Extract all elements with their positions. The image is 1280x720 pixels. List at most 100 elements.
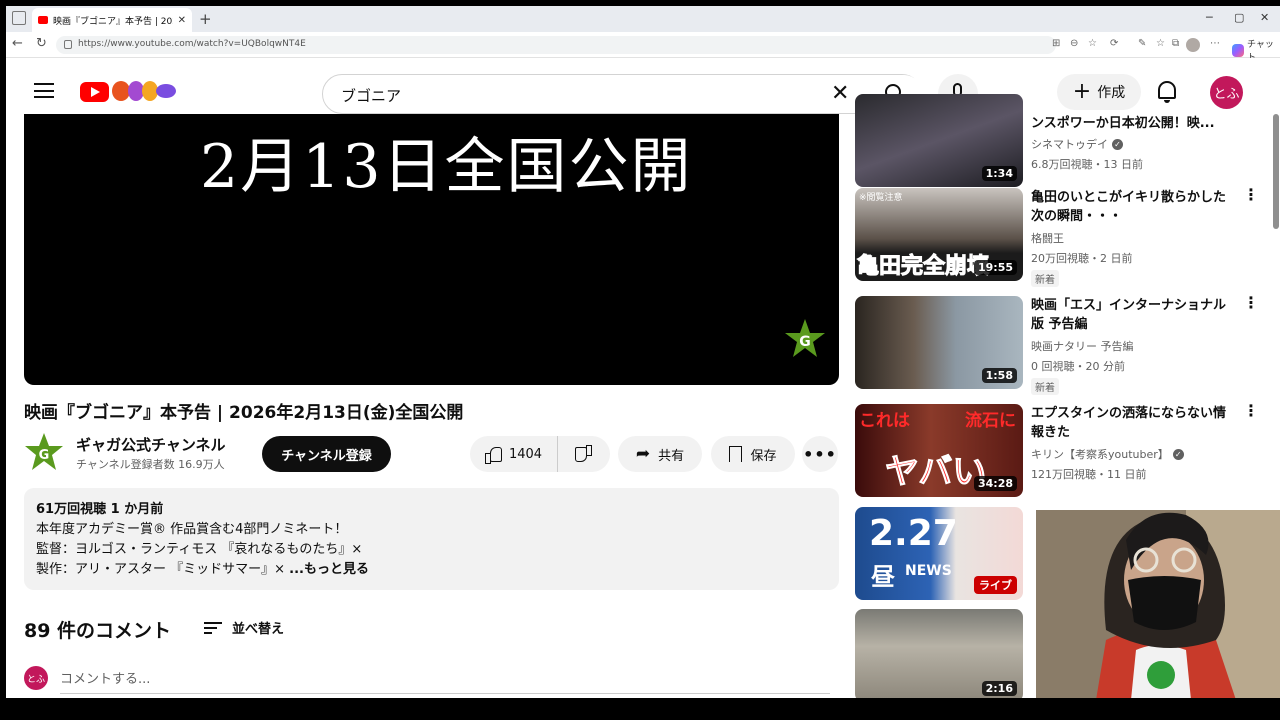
more-vertical-icon[interactable]: ⋮ <box>1243 403 1259 419</box>
page-scrollbar[interactable] <box>1273 114 1279 229</box>
plus-icon: + <box>1072 79 1092 104</box>
comment-input[interactable]: コメントする... <box>60 668 830 694</box>
description-line-text: 製作：アリ・アスター 『ミッドサマー』× <box>36 562 290 577</box>
video-thumbnail[interactable]: これは 流石に ヤバい 34:28 <box>855 404 1023 497</box>
url-field[interactable]: https://www.youtube.com/watch?v=UQBolqwN… <box>56 36 1056 54</box>
share-label: 共有 <box>658 448 685 464</box>
tab-bar: 映画『ブゴニア』本予告 | 2026年2月1 ✕ + ─ ▢ ✕ <box>6 6 1280 32</box>
sort-label: 並べ替え <box>232 622 285 637</box>
recommendation-channel[interactable]: シネマトゥデイ ✓ <box>1031 136 1123 152</box>
reload-icon[interactable]: ↻ <box>36 36 47 51</box>
back-icon[interactable]: ← <box>12 36 23 51</box>
browser-profile-avatar[interactable] <box>1186 38 1200 52</box>
duration-badge: 19:55 <box>973 260 1017 275</box>
channel-avatar[interactable]: G <box>24 432 64 472</box>
comment-count: 89 件のコメント <box>24 620 172 642</box>
description-line-last: 製作：アリ・アスター 『ミッドサマー』× ...もっと見る <box>36 560 827 580</box>
subscribe-button[interactable]: チャンネル登録 <box>262 436 391 472</box>
more-vertical-icon[interactable]: ⋮ <box>1243 295 1259 311</box>
verified-icon: ✓ <box>1112 138 1123 150</box>
app-icon[interactable]: ⊞ <box>1052 38 1060 49</box>
url-text: https://www.youtube.com/watch?v=UQBolqwN… <box>78 39 306 49</box>
recommendation-channel[interactable]: 映画ナタリー 予告編 <box>1031 338 1134 354</box>
recommendation-meta: 20万回視聴・2 日前 <box>1031 252 1133 265</box>
svg-text:G: G <box>39 448 50 463</box>
browser-tab[interactable]: 映画『ブゴニア』本予告 | 2026年2月1 ✕ <box>32 8 192 32</box>
video-thumbnail[interactable]: 1:34 <box>855 94 1023 187</box>
clear-search-icon[interactable]: ✕ <box>831 81 849 106</box>
duration-badge: 34:28 <box>973 476 1017 491</box>
like-button[interactable]: 1404 <box>470 436 558 472</box>
subscriber-count: チャンネル登録者数 16.9万人 <box>76 458 225 471</box>
favorite-star-icon[interactable]: ☆ <box>1088 38 1097 49</box>
more-options-icon[interactable]: ⋯ <box>1210 38 1220 49</box>
more-actions-button[interactable]: ••• <box>802 436 838 472</box>
maximize-icon[interactable]: ▢ <box>1234 11 1244 24</box>
video-player[interactable]: 2月13日全国公開 G <box>24 114 839 385</box>
new-tab-icon[interactable]: + <box>199 10 212 28</box>
verified-icon: ✓ <box>1172 448 1184 460</box>
video-thumbnail[interactable]: 2.27 昼 NEWS ライブ <box>855 507 1023 600</box>
video-thumbnail[interactable]: ※閲覧注意 亀田完全崩壊 19:55 <box>855 188 1023 281</box>
channel-name[interactable]: ギャガ公式チャンネル <box>76 434 226 455</box>
youtube-favicon-icon <box>38 16 48 24</box>
share-button[interactable]: ➦ 共有 <box>618 436 702 472</box>
recommendation-title[interactable]: エプスタインの洒落にならない情報きた <box>1031 404 1227 442</box>
menu-icon[interactable] <box>34 83 54 98</box>
split-screen-icon[interactable]: ✎ <box>1138 38 1146 49</box>
thumbs-down-icon <box>576 447 592 462</box>
recommendation-channel[interactable]: キリン【考察系youtuber】 ✓ <box>1031 446 1184 462</box>
more-vertical-icon[interactable]: ⋮ <box>1243 187 1259 203</box>
copilot-icon <box>1232 43 1244 57</box>
recommendation-title[interactable]: ンスポワーか日本初公開！映... <box>1031 114 1227 133</box>
share-arrow-icon: ➦ <box>635 444 651 464</box>
video-title: 映画『ブゴニア』本予告 | 2026年2月13日(金)全国公開 <box>24 403 464 423</box>
thumb-overlay-text: 2.27 <box>869 513 958 554</box>
recommendation-meta: 6.8万回視聴・13 日前 <box>1031 158 1143 171</box>
video-thumbnail[interactable]: 1:58 <box>855 296 1023 389</box>
zoom-icon[interactable]: ⊖ <box>1070 38 1078 49</box>
view-count-date: 61万回視聴 1 か月前 <box>36 502 164 517</box>
commenter-avatar: とふ <box>24 666 48 690</box>
dislike-button[interactable] <box>558 447 610 462</box>
account-avatar[interactable]: とふ <box>1210 76 1243 109</box>
recommendation-meta: 121万回視聴・11 日前 <box>1031 468 1147 481</box>
minimize-icon[interactable]: ─ <box>1206 11 1213 24</box>
recommendation-title[interactable]: 映画「エス」インターナショナル版 予告編 <box>1031 296 1227 334</box>
recommendation-title[interactable]: 亀田のいとこがイキリ散らかした次の瞬間・・・ <box>1031 188 1227 226</box>
search-input[interactable]: ブゴニア <box>341 85 401 106</box>
save-button[interactable]: 保存 <box>711 436 795 472</box>
extension-icon[interactable]: ⟳ <box>1110 38 1118 49</box>
tab-title: 映画『ブゴニア』本予告 | 2026年2月1 <box>53 16 173 27</box>
description-line: 監督：ヨルゴス・ランティモス 『哀れなるものたち』× <box>36 542 363 557</box>
thumb-overlay-text: ヤバい <box>884 452 987 493</box>
address-bar-row: ← ↻ https://www.youtube.com/watch?v=UQBo… <box>6 32 1280 58</box>
youtube-masthead: ブゴニア ✕ + 作成 とふ <box>6 58 1280 120</box>
tab-actions-icon[interactable] <box>12 11 26 25</box>
recommendation-channel[interactable]: 格闘王 <box>1031 230 1064 246</box>
show-more-link[interactable]: ...もっと見る <box>289 562 369 577</box>
notifications-bell-icon[interactable] <box>1158 81 1176 103</box>
duration-badge: 2:16 <box>981 681 1017 696</box>
new-badge: 新着 <box>1031 378 1059 395</box>
live-badge: ライブ <box>974 576 1017 594</box>
site-info-icon[interactable] <box>64 40 72 49</box>
youtube-logo[interactable] <box>80 82 109 102</box>
description-box[interactable]: 61万回視聴 1 か月前 本年度アカデミー賞® 作品賞含む4部門ノミネート！ 監… <box>24 488 839 590</box>
gaga-star-logo-icon: G <box>785 319 825 357</box>
webcam-overlay <box>1036 510 1280 698</box>
video-thumbnail[interactable]: 2:16 <box>855 609 1023 698</box>
create-button[interactable]: + 作成 <box>1057 74 1141 110</box>
favorites-bar-icon[interactable]: ⧉ <box>1172 38 1179 49</box>
save-label: 保存 <box>750 448 777 464</box>
svg-text:G: G <box>799 334 811 350</box>
collections-icon[interactable]: ☆ <box>1156 38 1165 49</box>
search-box[interactable]: ブゴニア ✕ <box>322 74 923 114</box>
sort-comments-button[interactable]: 並べ替え <box>204 618 284 637</box>
description-line: 本年度アカデミー賞® 作品賞含む4部門ノミネート！ <box>36 522 348 537</box>
sort-icon <box>204 621 222 634</box>
more-horizontal-icon: ••• <box>803 444 837 464</box>
close-window-icon[interactable]: ✕ <box>1260 11 1269 24</box>
doodle-character-icon[interactable] <box>156 84 176 98</box>
close-tab-icon[interactable]: ✕ <box>178 15 186 26</box>
